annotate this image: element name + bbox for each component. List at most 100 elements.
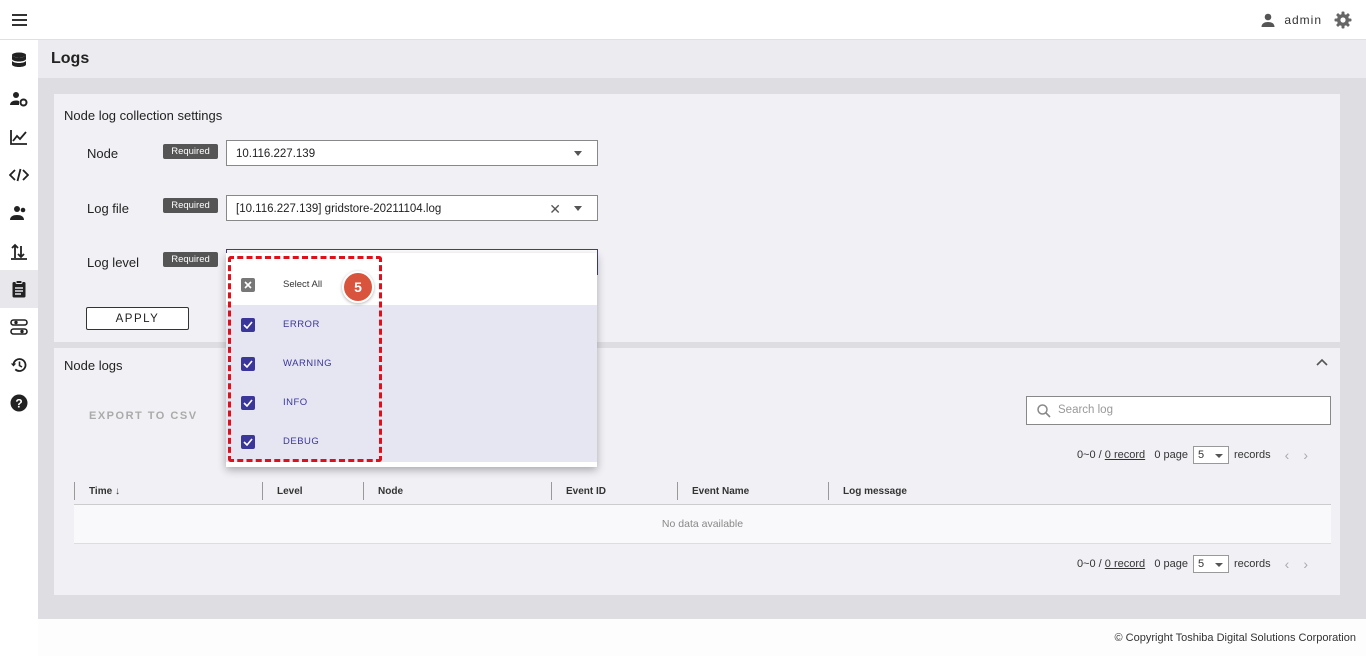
database-icon — [12, 52, 26, 67]
checkbox-checked-icon[interactable] — [241, 318, 255, 332]
column-time[interactable]: Time ↓ — [74, 482, 262, 500]
node-select-value: 10.116.227.139 — [236, 148, 316, 160]
option-label: WARNING — [283, 358, 333, 369]
next-page-icon[interactable]: › — [1303, 447, 1308, 463]
column-event-name[interactable]: Event Name — [677, 482, 828, 500]
arrow-down-icon: ↓ — [114, 486, 120, 497]
pager-range: 0~0 / — [1076, 449, 1102, 461]
required-badge: Required — [163, 252, 218, 267]
record-link[interactable]: 0 record — [1105, 449, 1145, 461]
users-icon — [10, 206, 26, 220]
user-icon[interactable] — [1260, 12, 1276, 28]
column-node[interactable]: Node — [363, 482, 551, 500]
footer: © Copyright Toshiba Digital Solutions Co… — [38, 619, 1366, 656]
sidebar-item-users[interactable] — [0, 194, 38, 232]
checkbox-checked-icon[interactable] — [241, 435, 255, 449]
option-label: ERROR — [283, 319, 320, 330]
required-badge: Required — [163, 198, 218, 213]
node-logs-title: Node logs — [64, 358, 123, 373]
sidebar-item-stats[interactable] — [0, 118, 38, 156]
column-label: Time — [89, 486, 113, 497]
page-size-value: 5 — [1197, 449, 1205, 461]
node-select[interactable]: 10.116.227.139 — [226, 140, 598, 166]
log-file-label: Log file — [87, 201, 129, 216]
search-log-input[interactable]: Search log — [1026, 396, 1331, 425]
sliders-icon — [10, 319, 28, 335]
page-title: Logs — [51, 50, 90, 67]
page-size-select[interactable]: 5 — [1192, 555, 1229, 573]
chevron-down-icon — [1214, 563, 1223, 567]
log-file-select[interactable]: [10.116.227.139] gridstore-20211104.log … — [226, 195, 598, 221]
import-export-icon — [11, 243, 27, 260]
sidebar-item-code[interactable] — [0, 156, 38, 194]
settings-card-title: Node log collection settings — [64, 108, 223, 123]
sidebar-item-user-settings[interactable] — [0, 80, 38, 118]
chevron-down-icon[interactable] — [574, 206, 582, 211]
user-name[interactable]: admin — [1284, 13, 1322, 27]
title-bar: Logs — [38, 40, 1366, 78]
column-log-message[interactable]: Log message — [828, 482, 1028, 500]
chart-line-icon — [10, 130, 27, 145]
clipboard-icon — [12, 280, 26, 298]
option-debug[interactable]: DEBUG — [226, 422, 597, 462]
option-label: DEBUG — [283, 436, 320, 447]
no-data-row: No data available — [74, 505, 1331, 544]
option-info[interactable]: INFO — [226, 383, 597, 422]
user-settings-icon — [10, 92, 28, 107]
pager-bottom: 0~0 / 0 record 0 page 5 records ‹ › — [1077, 555, 1308, 573]
search-icon — [1037, 404, 1051, 418]
export-csv-button[interactable]: EXPORT TO CSV — [89, 410, 198, 422]
log-level-label: Log level — [87, 255, 140, 270]
gear-icon[interactable] — [1334, 11, 1352, 29]
option-warning[interactable]: WARNING — [226, 344, 597, 383]
sidebar-item-help[interactable]: ? — [0, 384, 38, 422]
clear-icon[interactable]: ✕ — [549, 201, 561, 218]
table-header: Time ↓ Level Node Event ID Event Name Lo… — [74, 479, 1331, 505]
search-placeholder: Search log — [1058, 404, 1113, 416]
checkbox-checked-icon[interactable] — [241, 396, 255, 410]
copyright: © Copyright Toshiba Digital Solutions Co… — [1114, 632, 1356, 644]
chevron-up-icon[interactable] — [1316, 358, 1328, 366]
option-label: INFO — [283, 397, 308, 408]
column-level[interactable]: Level — [262, 482, 363, 500]
sidebar-item-logs[interactable] — [0, 270, 38, 308]
step-badge: 5 — [342, 271, 374, 303]
node-label: Node — [87, 146, 119, 161]
log-file-select-value: [10.116.227.139] gridstore-20211104.log — [236, 203, 442, 215]
pager-range: 0~0 / — [1076, 558, 1102, 570]
option-error[interactable]: ERROR — [226, 305, 597, 344]
prev-page-icon[interactable]: ‹ — [1285, 447, 1290, 463]
sidebar-item-import-export[interactable] — [0, 232, 38, 270]
page-size-select[interactable]: 5 — [1192, 446, 1229, 464]
chevron-down-icon[interactable] — [574, 151, 582, 156]
sidebar: ? — [0, 40, 38, 656]
checkbox-checked-icon[interactable] — [241, 357, 255, 371]
code-icon — [9, 168, 29, 182]
checkbox-indeterminate-icon[interactable] — [241, 278, 255, 292]
sidebar-item-config[interactable] — [0, 308, 38, 346]
next-page-icon[interactable]: › — [1303, 556, 1308, 572]
apply-button[interactable]: APPLY — [86, 307, 189, 330]
select-all-option[interactable]: Select All — [226, 259, 597, 304]
help-icon: ? — [10, 394, 28, 412]
sidebar-item-history[interactable] — [0, 346, 38, 384]
pager-records: records — [1233, 558, 1271, 570]
top-bar: admin — [0, 0, 1366, 40]
select-all-label: Select All — [283, 279, 323, 290]
sidebar-item-database[interactable] — [0, 42, 38, 80]
pager-records: records — [1233, 449, 1271, 461]
history-icon — [10, 358, 27, 372]
user-area: admin — [1260, 11, 1352, 29]
svg-text:?: ? — [15, 397, 22, 411]
log-level-dropdown: Select All ERROR WARNING INFO DEBUG — [226, 253, 597, 467]
page-size-value: 5 — [1197, 558, 1205, 570]
menu-icon[interactable] — [12, 14, 27, 26]
pager-page: 0 page — [1154, 558, 1188, 570]
pager-page: 0 page — [1154, 449, 1188, 461]
chevron-down-icon — [1214, 454, 1223, 458]
required-badge: Required — [163, 144, 218, 159]
pager-top: 0~0 / 0 record 0 page 5 records ‹ › — [1077, 446, 1308, 464]
column-event-id[interactable]: Event ID — [551, 482, 677, 500]
record-link[interactable]: 0 record — [1105, 558, 1145, 570]
prev-page-icon[interactable]: ‹ — [1285, 556, 1290, 572]
